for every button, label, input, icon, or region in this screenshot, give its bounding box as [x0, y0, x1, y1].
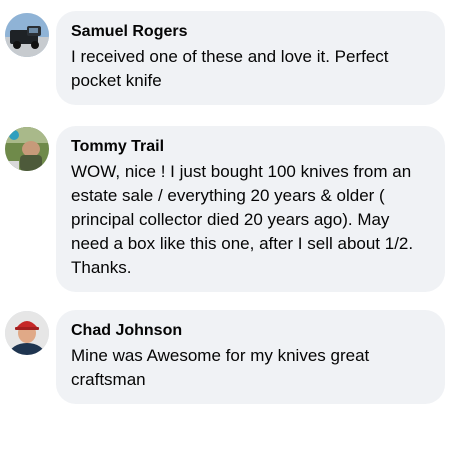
avatar[interactable]: [5, 311, 49, 355]
comment-text: Mine was Awesome for my knives great cra…: [71, 346, 370, 389]
avatar-outdoor-photo-icon: [5, 127, 49, 171]
comment-text: I received one of these and love it. Per…: [71, 47, 389, 90]
comment-bubble: Tommy Trail WOW, nice ! I just bought 10…: [56, 126, 445, 292]
avatar[interactable]: [5, 127, 49, 171]
comment-bubble: Samuel Rogers I received one of these an…: [56, 11, 445, 105]
comment-author[interactable]: Tommy Trail: [71, 137, 431, 157]
comment-author[interactable]: Chad Johnson: [71, 321, 431, 341]
comment-author[interactable]: Samuel Rogers: [71, 22, 431, 42]
comment-text: WOW, nice ! I just bought 100 knives fro…: [71, 162, 414, 277]
comment-bubble: Chad Johnson Mine was Awesome for my kni…: [56, 310, 445, 404]
avatar[interactable]: [5, 13, 49, 57]
avatar-truck-photo-icon: [5, 13, 49, 57]
avatar-person-red-cap-icon: [5, 311, 49, 355]
